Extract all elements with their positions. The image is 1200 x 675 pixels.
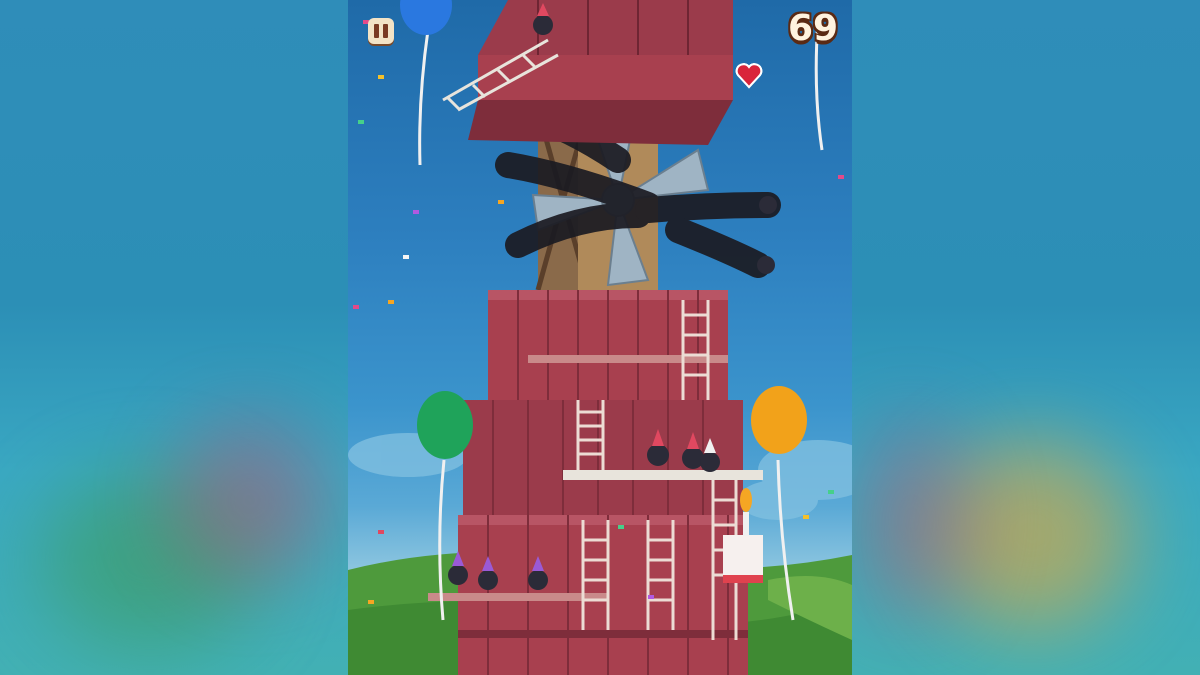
score-counter: 69 [787, 8, 839, 49]
pause-button[interactable] [368, 18, 394, 44]
heart-full-icon [735, 63, 763, 89]
game-scene [348, 0, 852, 675]
blurred-right-border [852, 0, 1200, 675]
game-viewport[interactable]: 69 [348, 0, 852, 675]
pause-icon [372, 24, 390, 38]
blurred-left-border [0, 0, 348, 675]
tower-middle-crate [488, 290, 728, 410]
balloon-blue [400, 0, 452, 166]
tower-top-crate [468, 0, 733, 145]
